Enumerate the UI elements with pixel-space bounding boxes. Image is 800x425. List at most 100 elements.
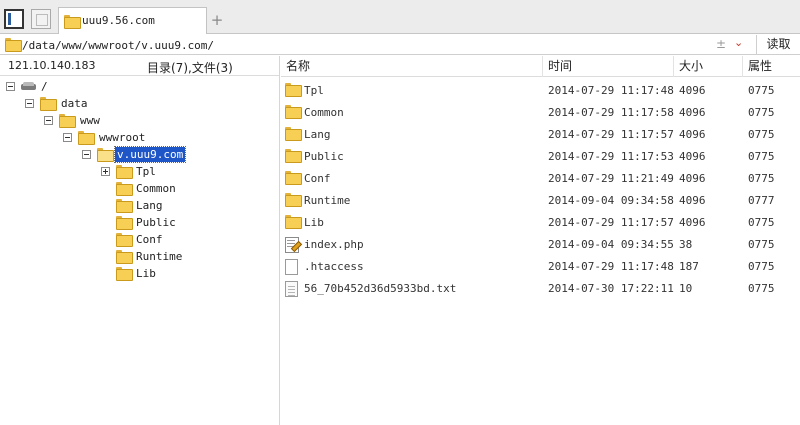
folder-icon (116, 216, 133, 230)
tree-node-label: data (61, 97, 88, 110)
file-size: 4096 (679, 84, 706, 97)
tab-bar: uuu9.56.com + (0, 0, 800, 34)
file-name: Tpl (304, 84, 324, 97)
file-row[interactable]: Runtime 2014-09-04 09:34:58 4096 0777 (281, 190, 800, 212)
folder-icon (285, 215, 302, 229)
read-button[interactable]: 读取 (756, 35, 800, 55)
file-time: 2014-07-30 17:22:11 (548, 282, 674, 295)
tree-node-root[interactable]: / (0, 79, 200, 95)
folder-icon (285, 149, 302, 163)
pin-icon[interactable]: ± (716, 37, 726, 51)
file-time: 2014-09-04 09:34:58 (548, 194, 674, 207)
tree-node-public[interactable]: Public (0, 215, 200, 231)
file-row[interactable]: Conf 2014-07-29 11:21:49 4096 0775 (281, 168, 800, 190)
folder-icon (116, 267, 133, 281)
tree-node-label: Runtime (136, 250, 183, 263)
toggle-sidebar-button[interactable] (4, 9, 24, 29)
chevron-down-icon[interactable]: ⌄ (734, 36, 743, 49)
file-row[interactable]: index.php 2014-09-04 09:34:55 38 0775 (281, 234, 800, 256)
window-icon[interactable] (31, 9, 51, 29)
folder-icon (285, 127, 302, 141)
file-row[interactable]: Lib 2014-07-29 11:17:57 4096 0775 (281, 212, 800, 234)
expand-icon[interactable] (101, 167, 110, 176)
file-size: 4096 (679, 216, 706, 229)
tree-node-label: Conf (136, 233, 163, 246)
tree-node-wwwroot[interactable]: wwwroot (0, 130, 200, 146)
collapse-icon[interactable] (63, 133, 72, 142)
file-size: 4096 (679, 106, 706, 119)
file-row[interactable]: Lang 2014-07-29 11:17:57 4096 0775 (281, 124, 800, 146)
drive-icon (21, 82, 37, 91)
file-attr: 0775 (748, 260, 775, 273)
file-time: 2014-07-29 11:17:48 (548, 260, 674, 273)
file-size: 10 (679, 282, 693, 295)
file-attr: 0775 (748, 106, 775, 119)
collapse-icon[interactable] (6, 82, 15, 91)
file-time: 2014-09-04 09:34:55 (548, 238, 674, 251)
file-attr: 0775 (748, 128, 775, 141)
file-size: 38 (679, 238, 693, 251)
tree-node-lib[interactable]: Lib (0, 266, 200, 282)
file-size: 4096 (679, 128, 706, 141)
file-name: Conf (304, 172, 331, 185)
folder-icon (116, 165, 133, 179)
folder-icon (285, 171, 302, 185)
file-size: 4096 (679, 194, 706, 207)
tree-node-tpl[interactable]: Tpl (0, 164, 200, 180)
collapse-icon[interactable] (44, 116, 53, 125)
tree-node-data[interactable]: data (0, 96, 200, 112)
tree-node-runtime[interactable]: Runtime (0, 249, 200, 265)
file-row[interactable]: Common 2014-07-29 11:17:58 4096 0775 (281, 102, 800, 124)
file-row[interactable]: Tpl 2014-07-29 11:17:48 4096 0775 (281, 80, 800, 102)
tab-active[interactable]: uuu9.56.com (58, 7, 207, 34)
file-name: index.php (304, 238, 364, 251)
text-file-icon (285, 281, 298, 297)
column-header-time[interactable]: 时间 (543, 56, 674, 77)
column-header-name[interactable]: 名称 (281, 56, 543, 77)
file-row[interactable]: Public 2014-07-29 11:17:53 4096 0775 (281, 146, 800, 168)
open-folder-icon (97, 148, 114, 162)
new-tab-button[interactable]: + (207, 7, 227, 34)
file-attr: 0775 (748, 84, 775, 97)
file-time: 2014-07-29 11:17:58 (548, 106, 674, 119)
tree-node-conf[interactable]: Conf (0, 232, 200, 248)
file-attr: 0777 (748, 194, 775, 207)
tree-node-label: wwwroot (99, 131, 146, 144)
folder-icon (285, 83, 302, 97)
file-size: 4096 (679, 150, 706, 163)
column-header-attr[interactable]: 属性 (743, 56, 800, 77)
column-header-size[interactable]: 大小 (674, 56, 743, 77)
tree-node-label: Lang (136, 199, 163, 212)
file-row[interactable]: .htaccess 2014-07-29 11:17:48 187 0775 (281, 256, 800, 278)
tree-node-v-uuu9-com[interactable]: v.uuu9.com (0, 146, 200, 163)
tree-node-www[interactable]: www (0, 113, 200, 129)
collapse-icon[interactable] (82, 150, 91, 159)
file-attr: 0775 (748, 172, 775, 185)
file-name: Runtime (304, 194, 351, 207)
file-attr: 0775 (748, 216, 775, 229)
folder-icon (116, 250, 133, 264)
folder-icon (5, 38, 22, 52)
tree-header: 121.10.140.183 目录(7),文件(3) (0, 56, 279, 76)
folder-icon (59, 114, 76, 128)
file-list-header: 名称 时间 大小 属性 (281, 56, 800, 77)
item-counts: 目录(7),文件(3) (147, 61, 233, 75)
tree-node-common[interactable]: Common (0, 181, 200, 197)
tree-node-lang[interactable]: Lang (0, 198, 200, 214)
folder-icon (116, 182, 133, 196)
collapse-icon[interactable] (25, 99, 34, 108)
file-row[interactable]: 56_70b452d36d5933bd.txt 2014-07-30 17:22:… (281, 278, 800, 300)
file-name: Lang (304, 128, 331, 141)
file-time: 2014-07-29 11:17:48 (548, 84, 674, 97)
folder-icon (78, 131, 95, 145)
file-name: Common (304, 106, 344, 119)
file-name: .htaccess (304, 260, 364, 273)
file-attr: 0775 (748, 150, 775, 163)
tree-node-label: v.uuu9.com (113, 146, 187, 163)
folder-icon (116, 233, 133, 247)
file-time: 2014-07-29 11:17:53 (548, 150, 674, 163)
file-time: 2014-07-29 11:21:49 (548, 172, 674, 185)
tree-node-label: www (80, 114, 100, 127)
path-input[interactable] (22, 37, 702, 53)
address-bar: ± ⌄ 读取 (0, 35, 800, 55)
